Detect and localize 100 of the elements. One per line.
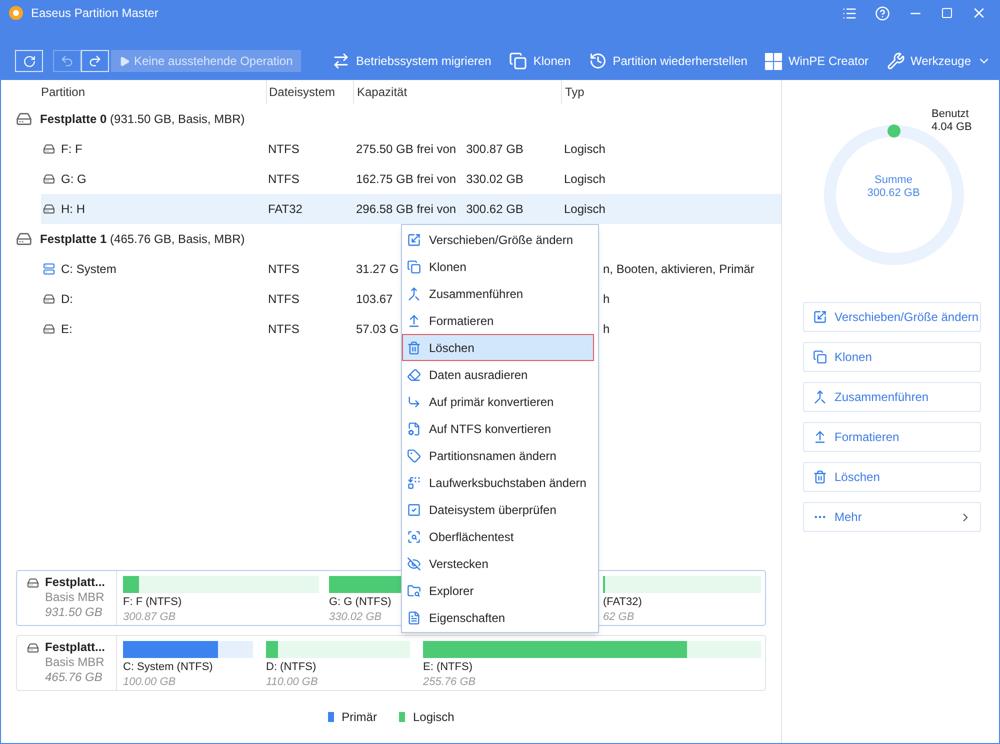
used-value: 4.04 GB xyxy=(932,121,972,134)
type-cell-text: h xyxy=(602,291,610,308)
disk-scheme: Basis MBR xyxy=(45,655,106,670)
action-button[interactable]: Formatieren xyxy=(802,422,980,452)
copy-icon xyxy=(407,260,421,274)
windows-logo-icon xyxy=(765,52,782,70)
filesystem-cell-text: NTFS xyxy=(267,291,300,308)
partition-name: E: xyxy=(61,321,72,338)
drive-icon xyxy=(43,173,55,185)
document-icon xyxy=(407,610,421,624)
free-space-cell-text: 162.75 GB frei von xyxy=(356,171,456,188)
merge-icon xyxy=(812,390,826,404)
trash-icon xyxy=(407,340,421,354)
free-space-cell-text: 57.03 G xyxy=(356,321,399,338)
drive-icon xyxy=(43,203,55,215)
refresh-icon xyxy=(22,54,36,68)
maximize-icon[interactable] xyxy=(941,7,953,19)
action-button[interactable]: Zusammenführen xyxy=(802,382,980,412)
type-cell-text: Logisch xyxy=(563,141,606,158)
menu-item[interactable]: Formatieren xyxy=(402,307,598,334)
menu-item[interactable]: Klonen xyxy=(402,253,598,280)
disk-size: 465.76 GB xyxy=(45,670,104,685)
scan-icon xyxy=(407,530,421,544)
resize-icon xyxy=(407,232,421,246)
free-space-cell-text: 275.50 GB frei von xyxy=(356,141,456,158)
drive-icon xyxy=(43,323,55,335)
copy-icon xyxy=(509,52,528,70)
disk-map-card[interactable]: Festplatt... Basis MBR 465.76 GB C: System (NTFS) 100.00 GB D: (NTFS) 110.00 GB E: (NTFS) 255.76 GB xyxy=(16,635,766,691)
play-icon xyxy=(119,56,130,66)
history-icon xyxy=(588,52,607,70)
help-icon[interactable] xyxy=(875,6,890,20)
column-header: Partition xyxy=(41,84,86,101)
partition-name: F: F xyxy=(61,141,82,158)
system-drive-icon xyxy=(43,263,55,275)
action-button[interactable]: Klonen xyxy=(802,342,980,372)
redo-button[interactable] xyxy=(81,50,109,72)
type-cell-text: Logisch xyxy=(563,171,606,188)
menu-item[interactable]: Löschen xyxy=(402,334,594,361)
partition-name: D: xyxy=(61,291,73,308)
segment-size: 100.00 GB xyxy=(123,675,176,689)
checkbox-icon xyxy=(407,502,421,516)
swap-arrows-icon xyxy=(332,52,350,70)
selected-partition-row[interactable]: H: H FAT32 296.58 GB frei von 300.62 GB Logisch xyxy=(41,194,781,224)
used-label: Benutzt xyxy=(932,108,970,121)
free-space-cell-text: 103.67 xyxy=(356,291,393,308)
action-button[interactable]: Löschen xyxy=(802,462,980,492)
menu-item[interactable]: Partitionsnamen ändern xyxy=(402,442,598,469)
menu-item[interactable]: Auf NTFS konvertieren xyxy=(402,415,598,442)
partition-name: G: G xyxy=(61,171,86,188)
corner-arrow-icon xyxy=(407,394,421,408)
window-title: Easeus Partition Master xyxy=(31,5,158,22)
disk-name: Festplatt... xyxy=(45,575,106,590)
menu-item[interactable]: Oberflächentest xyxy=(402,523,598,550)
menu-item[interactable]: Explorer xyxy=(402,577,598,604)
menu-item[interactable]: Daten ausradieren xyxy=(402,361,598,388)
filesystem-cell-text: FAT32 xyxy=(267,201,304,218)
total-size-cell-text: 300.62 GB xyxy=(466,201,524,218)
wrench-icon xyxy=(886,52,905,70)
segment-label: G: G (NTFS) xyxy=(329,595,392,610)
hard-drive-icon xyxy=(16,111,32,127)
hard-drive-icon xyxy=(16,231,32,247)
disk-title: Festplatte 1 (465.76 GB, Basis, MBR) xyxy=(40,231,245,248)
disk-scheme: Basis MBR xyxy=(45,590,106,605)
free-space-cell-text: 296.58 GB frei von xyxy=(356,201,456,218)
refresh-button[interactable] xyxy=(15,50,43,72)
menu-item[interactable]: Laufwerksbuchstaben ändern xyxy=(402,469,598,496)
menu-item[interactable]: Zusammenführen xyxy=(402,280,598,307)
hard-drive-icon xyxy=(27,642,39,654)
disk-title: Festplatte 0 (931.50 GB, Basis, MBR) xyxy=(40,111,245,128)
segment-size: 110.00 GB xyxy=(266,675,318,689)
type-cell-text: Logisch xyxy=(563,201,606,218)
legend-label: Primär xyxy=(342,709,377,726)
toolbar-button[interactable]: Werkzeuge xyxy=(886,52,991,70)
disk-name: Festplatt... xyxy=(45,640,106,655)
segment-label: F: F (NTFS) xyxy=(123,595,182,610)
segment-label: D: (NTFS) xyxy=(266,660,316,675)
toolbar-button[interactable]: Klonen xyxy=(509,52,571,70)
segment-label: E: (NTFS) xyxy=(423,660,472,675)
segment-size: 62 GB xyxy=(603,610,634,624)
toolbar-button[interactable]: WinPE Creator xyxy=(765,52,869,70)
column-header: Dateisystem xyxy=(269,84,336,101)
toolbar-button[interactable]: Betriebssystem migrieren xyxy=(332,52,492,70)
copy-icon xyxy=(812,350,826,364)
segment-size: 255.76 GB xyxy=(423,675,476,689)
segment-label: (FAT32) xyxy=(603,595,642,610)
action-button[interactable]: Verschieben/Größe ändern xyxy=(802,302,980,332)
partition-name: C: System xyxy=(61,261,116,278)
menu-icon[interactable] xyxy=(842,6,857,20)
drive-icon xyxy=(43,143,55,155)
toolbar-button[interactable]: Partition wiederherstellen xyxy=(588,52,748,70)
segment-size: 330.02 GB xyxy=(329,610,382,624)
action-button[interactable]: Mehr xyxy=(802,502,980,532)
segment-size: 300.87 GB xyxy=(123,610,176,624)
filesystem-cell-text: NTFS xyxy=(267,171,300,188)
tag-icon xyxy=(407,448,421,462)
type-cell-text: n, Booten, aktivieren, Primär xyxy=(602,261,754,278)
menu-item[interactable]: Verschieben/Größe ändern xyxy=(402,226,598,253)
undo-icon xyxy=(60,54,74,68)
menu-item[interactable]: Auf primär konvertieren xyxy=(402,388,598,415)
menu-item[interactable]: Dateisystem überprüfen xyxy=(402,496,598,523)
